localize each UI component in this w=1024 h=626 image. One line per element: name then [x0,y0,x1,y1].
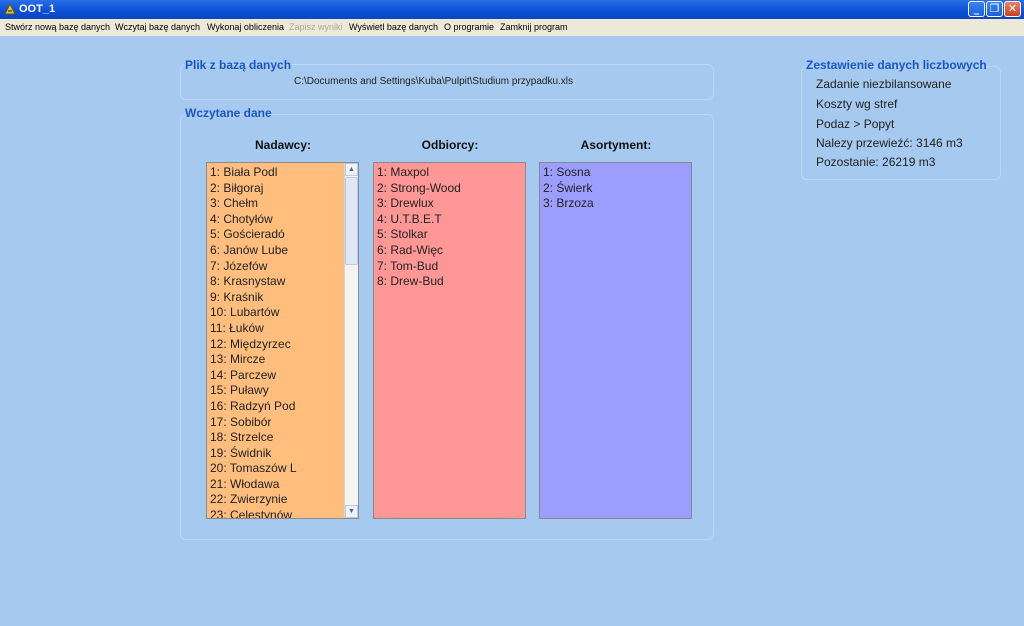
menu-show-database[interactable]: Wyświetl bazę danych [349,22,438,32]
summary-costs: Koszty wg stref [816,97,898,111]
window-title: OOT_1 [19,3,56,15]
scroll-thumb[interactable] [345,177,358,265]
senders-scrollbar[interactable]: ▲ ▼ [344,163,358,518]
summary-to-transport: Nalezy przewieźć: 3146 m3 [816,136,963,150]
receiver-list-item[interactable]: 3: Drewlux [377,196,525,212]
menu-about[interactable]: O programie [444,22,494,32]
assortment-listbox[interactable]: 1: Sosna 2: Świerk 3: Brzoza [539,162,692,519]
menu-bar: Stwórz nową bazę danych Wczytaj bazę dan… [0,19,1024,36]
sender-list-item[interactable]: 15: Puławy [210,383,358,399]
summary-supply-demand: Podaz > Popyt [816,117,895,131]
menu-save-results: Zapisz wyniki [289,22,343,32]
scroll-down-icon[interactable]: ▼ [345,505,358,518]
assortment-list-item[interactable]: 2: Świerk [543,181,691,197]
sender-list-item[interactable]: 19: Świdnik [210,446,358,462]
summary-balance: Zadanie niezbilansowane [816,77,952,91]
sender-list-item[interactable]: 21: Włodawa [210,477,358,493]
receivers-listbox[interactable]: 1: Maxpol 2: Strong-Wood 3: Drewlux 4: U.T.… [373,162,526,519]
app-icon [4,2,16,15]
receiver-list-item[interactable]: 2: Strong-Wood [377,181,525,197]
sender-list-item[interactable]: 3: Chełm [210,196,358,212]
receiver-list-item[interactable]: 7: Tom-Bud [377,259,525,275]
close-button[interactable]: ✕ [1004,1,1021,17]
assortment-list-item[interactable]: 3: Brzoza [543,196,691,212]
title-bar: OOT_1 _ ❐ ✕ [0,0,1024,19]
sender-list-item[interactable]: 23: Celestynów [210,508,358,518]
sender-list-item[interactable]: 16: Radzyń Pod [210,399,358,415]
menu-create-database[interactable]: Stwórz nową bazę danych [5,22,110,32]
menu-close-program[interactable]: Zamknij program [500,22,568,32]
assortment-header: Asortyment: [580,138,652,152]
sender-list-item[interactable]: 20: Tomaszów L [210,461,358,477]
summary-remaining: Pozostanie: 26219 m3 [816,155,936,169]
sender-list-item[interactable]: 18: Strzelce [210,430,358,446]
sender-list-item[interactable]: 12: Międzyrzec [210,337,358,353]
summary-title: Zestawienie danych liczbowych [806,58,987,72]
senders-header: Nadawcy: [254,138,312,152]
senders-items: 1: Biała Podl 2: Biłgoraj 3: Chełm 4: Choty… [207,163,358,518]
receivers-items: 1: Maxpol 2: Strong-Wood 3: Drewlux 4: U.T.… [374,163,525,290]
assortment-items: 1: Sosna 2: Świerk 3: Brzoza [540,163,691,212]
receiver-list-item[interactable]: 8: Drew-Bud [377,274,525,290]
sender-list-item[interactable]: 7: Józefów [210,259,358,275]
minimize-button[interactable]: _ [968,1,985,17]
data-group-title: Wczytane dane [185,106,272,120]
sender-list-item[interactable]: 1: Biała Podl [210,165,358,181]
sender-list-item[interactable]: 22: Zwierzynie [210,492,358,508]
sender-list-item[interactable]: 4: Chotyłów [210,212,358,228]
sender-list-item[interactable]: 14: Parczew [210,368,358,384]
file-path: C:\Documents and Settings\Kuba\Pulpit\St… [294,76,574,87]
sender-list-item[interactable]: 11: Łuków [210,321,358,337]
sender-list-item[interactable]: 10: Lubartów [210,305,358,321]
sender-list-item[interactable]: 6: Janów Lube [210,243,358,259]
sender-list-item[interactable]: 13: Mircze [210,352,358,368]
receiver-list-item[interactable]: 5: Stolkar [377,227,525,243]
sender-list-item[interactable]: 17: Sobibór [210,415,358,431]
sender-list-item[interactable]: 5: Gościeradó [210,227,358,243]
menu-calculate[interactable]: Wykonaj obliczenia [207,22,284,32]
scroll-up-icon[interactable]: ▲ [345,163,358,176]
menu-load-database[interactable]: Wczytaj bazę danych [115,22,200,32]
sender-list-item[interactable]: 8: Krasnystaw [210,274,358,290]
maximize-button[interactable]: ❐ [986,1,1003,17]
receivers-header: Odbiorcy: [421,138,479,152]
receiver-list-item[interactable]: 6: Rad-Więc [377,243,525,259]
assortment-list-item[interactable]: 1: Sosna [543,165,691,181]
receiver-list-item[interactable]: 1: Maxpol [377,165,525,181]
sender-list-item[interactable]: 9: Kraśnik [210,290,358,306]
receiver-list-item[interactable]: 4: U.T.B.E.T [377,212,525,228]
senders-listbox[interactable]: 1: Biała Podl 2: Biłgoraj 3: Chełm 4: Choty… [206,162,359,519]
sender-list-item[interactable]: 2: Biłgoraj [210,181,358,197]
file-group-title: Plik z bazą danych [185,58,292,72]
